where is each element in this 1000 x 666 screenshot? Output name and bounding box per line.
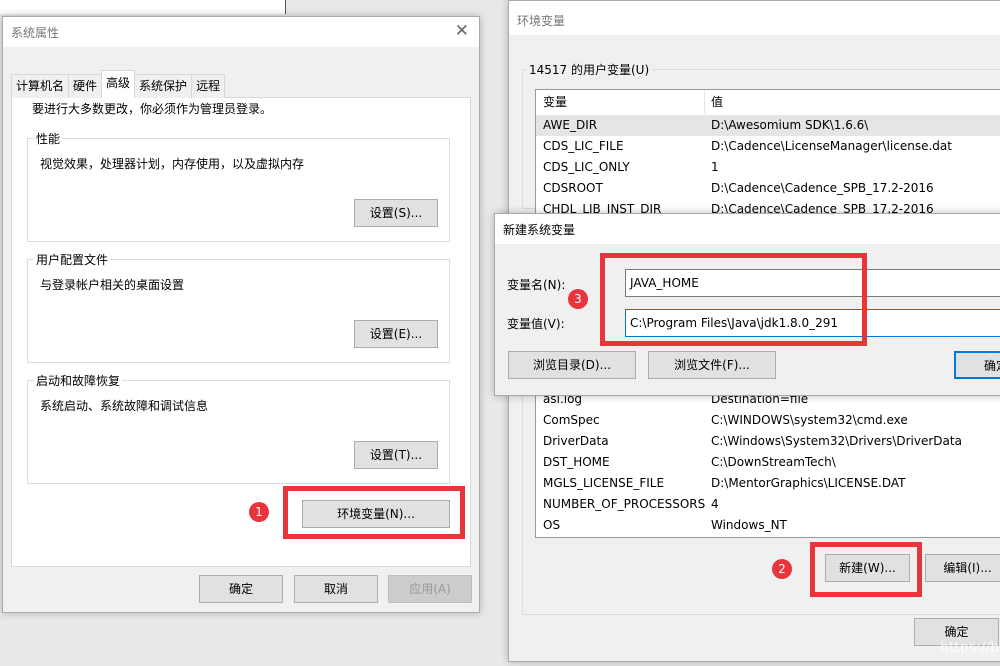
watermark: https://bl	[940, 640, 1000, 656]
title-bar: 系统属性 ✕	[3, 17, 479, 47]
background-window	[0, 0, 286, 14]
variable-value: 1	[711, 160, 719, 174]
variable-name: AWE_DIR	[543, 118, 598, 132]
user-profiles-settings-button[interactable]: 设置(E)...	[354, 320, 438, 348]
tab-computer-name[interactable]: 计算机名	[11, 74, 70, 98]
group-desc: 视觉效果，处理器计划，内存使用，以及虚拟内存	[40, 157, 305, 171]
table-row[interactable]: CDS_LIC_FILE D:\Cadence\LicenseManager\li…	[536, 136, 1000, 157]
variable-value: D:\Cadence\Cadence_SPB_17.2-2016	[711, 181, 934, 195]
variable-name: CDS_LIC_FILE	[543, 139, 624, 153]
ok-button[interactable]: 确定	[954, 351, 1000, 379]
column-header-name[interactable]: 变量	[543, 90, 567, 114]
tab-label: 远程	[196, 79, 221, 93]
step-badge-3: 3	[568, 289, 588, 309]
edit-variable-button[interactable]: 编辑(I)...	[925, 554, 1000, 582]
group-label: 启动和故障恢复	[34, 372, 123, 389]
variable-name: CDS_LIC_ONLY	[543, 160, 630, 174]
variable-name: CDSROOT	[543, 181, 603, 195]
tab-label: 高级	[106, 76, 131, 90]
variable-value-label: 变量值(V):	[507, 317, 565, 331]
highlight-box-2	[810, 542, 922, 597]
apply-button: 应用(A)	[388, 575, 472, 603]
variable-value: D:\Awesomium SDK\1.6.6\	[711, 118, 869, 132]
group-label: 性能	[34, 130, 63, 147]
variable-name-label: 变量名(N):	[507, 278, 566, 292]
startup-recovery-group: 启动和故障恢复 系统启动、系统故障和调试信息 设置(T)...	[27, 372, 450, 484]
column-header-value[interactable]: 值	[711, 90, 723, 114]
performance-settings-button[interactable]: 设置(S)...	[354, 199, 438, 227]
user-profiles-group: 用户配置文件 与登录帐户相关的桌面设置 设置(E)...	[27, 251, 450, 363]
tab-strip: 计算机名 硬件 高级 系统保护 远程	[11, 70, 226, 98]
tab-advanced[interactable]: 高级	[101, 70, 136, 98]
step-badge-2: 2	[772, 559, 792, 579]
highlight-box-1	[283, 486, 465, 539]
tab-label: 硬件	[73, 79, 98, 93]
browse-directory-button[interactable]: 浏览目录(D)...	[508, 351, 636, 379]
close-icon[interactable]: ✕	[455, 21, 469, 41]
tab-label: 计算机名	[16, 79, 65, 93]
highlight-box-3	[600, 253, 867, 346]
group-label: 14517 的用户变量(U)	[527, 61, 652, 78]
dialog-title: 环境变量	[517, 14, 566, 28]
performance-group: 性能 视觉效果，处理器计划，内存使用，以及虚拟内存 设置(S)...	[27, 130, 450, 242]
tab-remote[interactable]: 远程	[191, 74, 226, 98]
browse-file-button[interactable]: 浏览文件(F)...	[648, 351, 776, 379]
dialog-title: 系统属性	[11, 26, 60, 40]
table-row[interactable]: CDS_LIC_ONLY 1	[536, 157, 1000, 178]
group-desc: 系统启动、系统故障和调试信息	[40, 399, 209, 413]
group-label: 用户配置文件	[34, 251, 111, 268]
admin-notice: 要进行大多数更改，你必须作为管理员登录。	[32, 102, 273, 116]
tab-label: 系统保护	[139, 79, 188, 93]
variable-value: D:\Cadence\LicenseManager\license.dat	[711, 139, 952, 153]
ok-button[interactable]: 确定	[199, 575, 283, 603]
tab-hardware[interactable]: 硬件	[68, 74, 103, 98]
tab-system-protection[interactable]: 系统保护	[134, 74, 193, 98]
dialog-title: 新建系统变量	[503, 223, 576, 237]
title-bar: 环境变量	[509, 1, 1000, 35]
cancel-button[interactable]: 取消	[294, 575, 378, 603]
startup-settings-button[interactable]: 设置(T)...	[354, 441, 438, 469]
title-bar: 新建系统变量	[495, 214, 1000, 244]
column-divider[interactable]	[704, 90, 705, 114]
table-row[interactable]: AWE_DIR D:\Awesomium SDK\1.6.6\	[536, 115, 1000, 136]
step-badge-1: 1	[249, 502, 269, 522]
table-row[interactable]: CDSROOT D:\Cadence\Cadence_SPB_17.2-2016	[536, 178, 1000, 199]
list-header: 变量 值	[536, 90, 1000, 114]
group-desc: 与登录帐户相关的桌面设置	[40, 278, 185, 292]
